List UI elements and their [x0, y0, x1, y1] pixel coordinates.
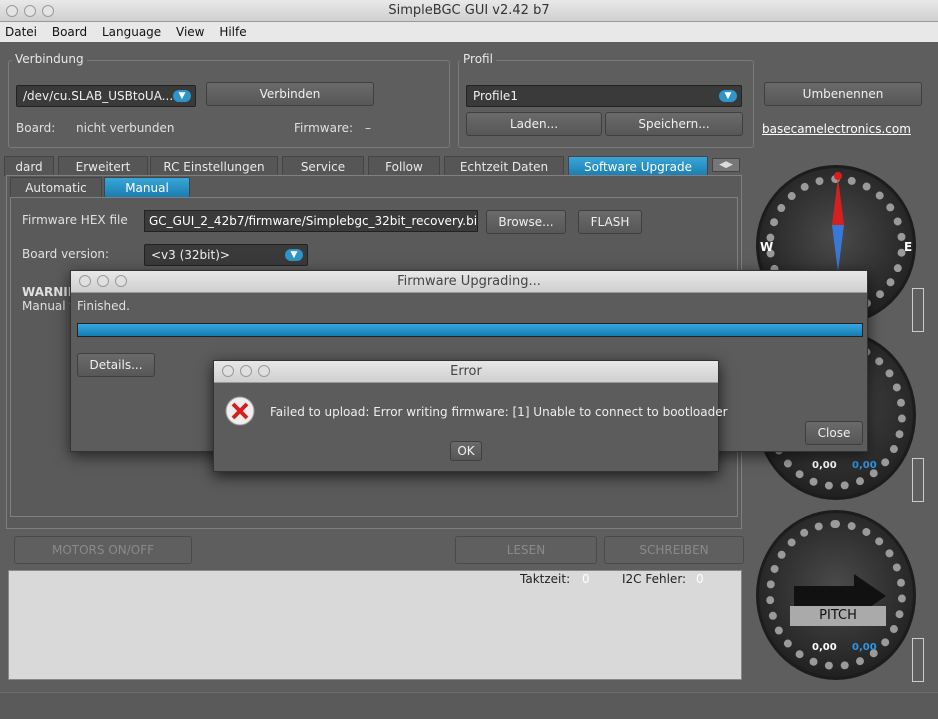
port-select[interactable]: /dev/cu.SLAB_USBtoUA... ▼ [16, 85, 196, 107]
tab-follow[interactable]: Follow [368, 156, 440, 176]
profile-value: Profile1 [473, 89, 518, 103]
compass-west-label: W [760, 240, 774, 254]
subtab-manual[interactable]: Manual [104, 177, 190, 197]
profile-group-label: Profil [460, 52, 496, 66]
board-version-value: <v3 (32bit)> [151, 248, 230, 262]
chevron-down-icon: ▼ [719, 90, 737, 102]
manual-label: Manual f [22, 299, 74, 313]
tab-echtzeit-daten[interactable]: Echtzeit Daten [444, 156, 564, 176]
subtab-automatic[interactable]: Automatic [10, 177, 102, 197]
firmware-value: – [365, 121, 371, 135]
pitch-value-b: 0,00 [852, 642, 877, 653]
chevron-down-icon: ▼ [173, 90, 191, 102]
error-dialog-title: Error [450, 364, 482, 379]
window-titlebar: SimpleBGC GUI v2.42 b7 [0, 0, 938, 22]
read-button[interactable]: LESEN [455, 536, 597, 564]
error-message: Failed to upload: Error writing firmware… [270, 405, 728, 419]
motors-toggle-button[interactable]: MOTORS ON/OFF [14, 536, 192, 564]
cycle-label: Taktzeit: [520, 572, 571, 586]
rename-profile-button[interactable]: Umbenennen [764, 82, 922, 106]
upgrade-progress-bar [77, 323, 863, 337]
tab-rc-einstellungen[interactable]: RC Einstellungen [150, 156, 278, 176]
write-button[interactable]: SCHREIBEN [604, 536, 744, 564]
firmware-label: Firmware: [294, 121, 354, 135]
browse-button[interactable]: Browse... [486, 210, 566, 234]
connect-button[interactable]: Verbinden [206, 82, 374, 106]
hex-file-label: Firmware HEX file [22, 213, 128, 227]
port-value: /dev/cu.SLAB_USBtoUA... [23, 89, 174, 103]
i2c-value: 0 [696, 572, 704, 586]
dialog-close-button[interactable] [79, 275, 91, 287]
board-version-select[interactable]: <v3 (32bit)> ▼ [144, 244, 308, 266]
pitch-label: PITCH [790, 606, 886, 626]
pitch-indicator-bar [912, 638, 924, 682]
cycle-value: 0 [582, 572, 590, 586]
firmware-dialog-titlebar: Firmware Upgrading... [71, 271, 867, 293]
i2c-label: I2C Fehler: [622, 572, 687, 586]
tab-dashboard[interactable]: dard [4, 156, 54, 176]
save-profile-button[interactable]: Speichern... [605, 112, 743, 136]
pitch-value-a: 0,00 [812, 642, 837, 653]
close-window-button[interactable] [6, 5, 18, 17]
menu-language[interactable]: Language [102, 25, 161, 39]
upgrade-progress-fill [78, 324, 862, 336]
error-dialog: Error Failed to upload: Error writing fi… [213, 360, 728, 472]
status-bar [0, 692, 938, 719]
dialog-minimize-button[interactable] [97, 275, 109, 287]
menu-datei[interactable]: Datei [5, 25, 37, 39]
compass-east-label: E [904, 240, 913, 254]
minimize-window-button[interactable] [24, 5, 36, 17]
board-version-label: Board version: [22, 247, 110, 261]
connection-group-label: Verbindung [12, 52, 87, 66]
error-dialog-titlebar: Error [214, 361, 718, 383]
window-title: SimpleBGC GUI v2.42 b7 [388, 3, 550, 18]
log-area[interactable] [8, 570, 742, 680]
menu-hilfe[interactable]: Hilfe [219, 25, 246, 39]
details-button[interactable]: Details... [77, 353, 155, 377]
dialog-zoom-button[interactable] [115, 275, 127, 287]
compass-needle-icon [832, 172, 844, 272]
roll-value-a: 0,00 [812, 460, 837, 471]
roll-value-b: 0,00 [852, 460, 877, 471]
board-label: Board: [16, 121, 56, 135]
close-dialog-button[interactable]: Close [805, 421, 863, 445]
menu-bar: Datei Board Language View Hilfe [0, 22, 938, 42]
upgrade-status: Finished. [77, 299, 130, 313]
tab-service[interactable]: Service [282, 156, 364, 176]
error-zoom-button[interactable] [258, 365, 270, 377]
error-minimize-button[interactable] [240, 365, 252, 377]
roll-indicator-bar [912, 458, 924, 502]
tab-erweitert[interactable]: Erweitert [58, 156, 148, 176]
tab-software-upgrade[interactable]: Software Upgrade [568, 156, 708, 176]
profile-select[interactable]: Profile1 ▼ [466, 85, 742, 107]
firmware-dialog-title: Firmware Upgrading... [397, 274, 541, 289]
ok-button[interactable]: OK [450, 441, 482, 461]
tab-scroll-arrows-icon[interactable]: ◀▶ [712, 158, 740, 172]
menu-board[interactable]: Board [52, 25, 87, 39]
hex-file-input[interactable]: GC_GUI_2_42b7/firmware/Simplebgc_32bit_r… [144, 210, 478, 232]
menu-view[interactable]: View [176, 25, 204, 39]
error-icon [225, 396, 255, 426]
load-profile-button[interactable]: Laden... [466, 112, 602, 136]
board-status: nicht verbunden [76, 121, 175, 135]
flash-button[interactable]: FLASH [578, 210, 642, 234]
chevron-down-icon: ▼ [285, 249, 303, 261]
error-close-button[interactable] [222, 365, 234, 377]
yaw-indicator-bar [912, 288, 924, 332]
zoom-window-button[interactable] [42, 5, 54, 17]
basecam-link[interactable]: basecamelectronics.com [762, 122, 911, 136]
